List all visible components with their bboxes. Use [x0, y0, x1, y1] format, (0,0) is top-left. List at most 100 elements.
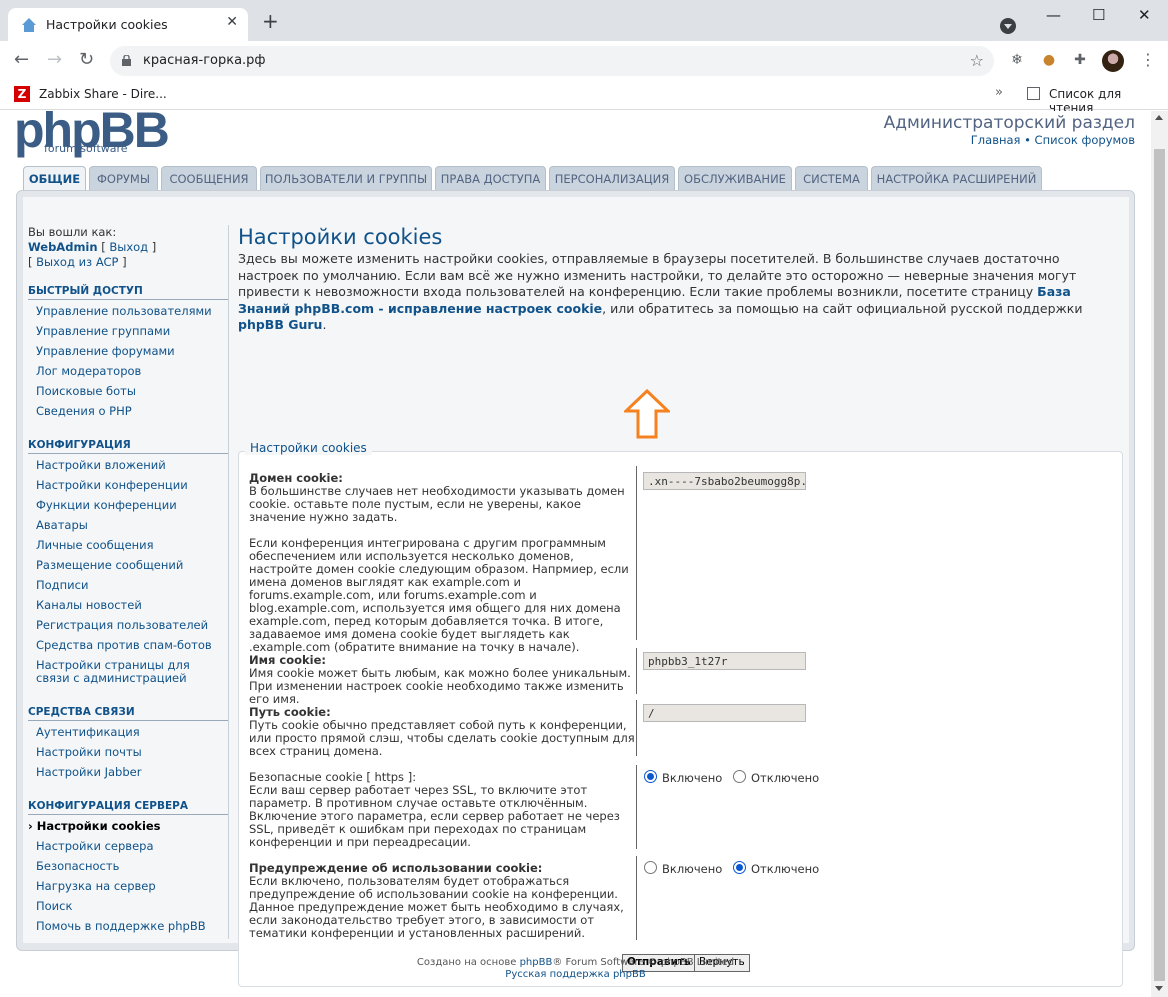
tab-maintenance[interactable]: ОБСЛУЖИВАНИЕ: [678, 166, 792, 190]
header-links[interactable]: Главная • Список форумов: [971, 133, 1135, 147]
sidebar-section-server: КОНФИГУРАЦИЯ СЕРВЕРА: [28, 800, 228, 815]
sidebar-divider: [228, 225, 229, 939]
sidebar-item[interactable]: Подписи: [36, 579, 88, 592]
cookie-name-input[interactable]: phpbb3_1t27r: [643, 652, 806, 670]
page-scrollbar[interactable]: [1151, 111, 1168, 997]
tab-search-icon[interactable]: [1000, 18, 1016, 34]
page-viewport: phpBB forum software Администраторский р…: [0, 111, 1151, 997]
sidebar-item[interactable]: Регистрация пользователей: [36, 619, 208, 632]
sidebar-item[interactable]: Настройки страницы для связи с администр…: [36, 659, 226, 685]
sidebar-item[interactable]: Настройки вложений: [36, 459, 166, 472]
footer-phpbb-link[interactable]: phpBB: [520, 957, 553, 968]
scroll-up-icon[interactable]: [1155, 115, 1163, 120]
notice-on-label[interactable]: Включено: [662, 862, 722, 876]
tab-posting[interactable]: СООБЩЕНИЯ: [161, 166, 257, 190]
name-row: Имя cookie: Имя cookie может быть любым,…: [249, 654, 639, 706]
domain-row: Домен cookie: В большинстве случаев нет …: [249, 472, 639, 654]
bookmark-star-icon[interactable]: ☆: [970, 51, 984, 70]
footer-ru-support-link[interactable]: Русская поддержка phpBB: [505, 969, 645, 980]
sidebar-item[interactable]: Безопасность: [36, 860, 119, 873]
minimize-button[interactable]: —: [1046, 6, 1061, 24]
reading-list-icon: [1027, 87, 1040, 100]
sidebar-item[interactable]: Лог модераторов: [36, 365, 141, 378]
reload-icon[interactable]: ↻: [79, 49, 94, 70]
sidebar-item[interactable]: Размещение сообщений: [36, 559, 183, 572]
sidebar-item[interactable]: Сведения о PHP: [36, 405, 132, 418]
domain-desc1: В большинстве случаев нет необходимости …: [249, 484, 625, 524]
secure-on-label[interactable]: Включено: [662, 771, 722, 785]
sidebar-item[interactable]: Помочь в поддержке phpBB: [36, 920, 206, 933]
tab-permissions[interactable]: ПРАВА ДОСТУПА: [435, 166, 546, 190]
secure-off-radio[interactable]: [733, 770, 746, 783]
intro-text: Здесь вы можете изменить настройки cooki…: [238, 251, 1118, 334]
sidebar-item[interactable]: Личные сообщения: [36, 539, 154, 552]
extension-cookie-icon[interactable]: ●: [1040, 52, 1058, 70]
intro-part1: Здесь вы можете изменить настройки cooki…: [238, 251, 1077, 299]
notice-off-label[interactable]: Отключено: [751, 862, 819, 876]
forward-arrow-icon[interactable]: →: [47, 49, 62, 70]
sidebar-item[interactable]: Аутентификация: [36, 726, 140, 739]
sidebar-item[interactable]: Нагрузка на сервер: [36, 880, 156, 893]
browser-menu-icon[interactable]: ⋮: [1140, 50, 1156, 69]
bookmarks-overflow-icon[interactable]: »: [995, 85, 1003, 100]
sidebar-item[interactable]: Настройки конференции: [36, 479, 188, 492]
browser-tab[interactable]: Настройки cookies ✕: [8, 8, 248, 41]
zabbix-favicon-icon: Z: [14, 86, 30, 102]
new-tab-button[interactable]: +: [262, 11, 279, 31]
profile-avatar[interactable]: [1102, 50, 1124, 72]
cookie-path-input[interactable]: /: [643, 704, 806, 722]
sidebar-item[interactable]: Управление пользователями: [36, 305, 212, 318]
back-arrow-icon[interactable]: ←: [14, 49, 29, 70]
sidebar-item[interactable]: Поиск: [36, 900, 72, 913]
sidebar-item[interactable]: Каналы новостей: [36, 599, 142, 612]
secure-on-radio[interactable]: [644, 770, 657, 783]
cookie-domain-input[interactable]: .xn----7sbabo2beumogg8p.xn--p1ai: [643, 472, 806, 490]
scroll-down-icon[interactable]: [1155, 986, 1163, 991]
sidebar-section-comms: СРЕДСТВА СВЯЗИ: [28, 706, 228, 721]
tab-extensions[interactable]: НАСТРОЙКА РАСШИРЕНИЙ: [871, 166, 1042, 190]
sidebar-section-quick: БЫСТРЫЙ ДОСТУП: [28, 285, 228, 300]
sidebar-item[interactable]: Поисковые боты: [36, 385, 136, 398]
tab-customise[interactable]: ПЕРСОНАЛИЗАЦИЯ: [549, 166, 675, 190]
annotation-arrow-up-icon: [624, 389, 670, 439]
notice-on-radio[interactable]: [644, 861, 657, 874]
sidebar-item-label: Настройки cookies: [36, 819, 161, 833]
phpbb-guru-link[interactable]: phpBB Guru: [238, 317, 322, 332]
sidebar-item[interactable]: Управление группами: [36, 325, 170, 338]
username[interactable]: WebAdmin: [28, 240, 98, 254]
notice-off-radio[interactable]: [733, 861, 746, 874]
close-tab-icon[interactable]: ✕: [226, 14, 238, 30]
tab-system[interactable]: СИСТЕМА: [795, 166, 868, 190]
notice-desc: Если включено, пользователям будет отобр…: [249, 874, 624, 940]
sidebar-item[interactable]: Функции конференции: [36, 499, 177, 512]
maximize-button[interactable]: ☐: [1092, 6, 1105, 24]
tab-forums[interactable]: ФОРУМЫ: [89, 166, 158, 190]
tab-general[interactable]: ОБЩИЕ: [23, 166, 86, 191]
close-window-button[interactable]: ✕: [1138, 6, 1151, 24]
sidebar-item[interactable]: Аватары: [36, 519, 88, 532]
sidebar-item[interactable]: Настройки сервера: [36, 840, 154, 853]
address-bar[interactable]: красная-горка.рф ☆: [110, 46, 994, 76]
sidebar-item[interactable]: Настройки Jabber: [36, 766, 141, 779]
url-text: красная-горка.рф: [143, 53, 266, 68]
sidebar-item[interactable]: Средства против спам-ботов: [36, 639, 212, 652]
scroll-thumb[interactable]: [1154, 149, 1165, 981]
extensions-puzzle-icon[interactable]: ✚: [1071, 52, 1089, 70]
extension-snowflake-icon[interactable]: ❄: [1008, 52, 1026, 70]
tab-users-groups[interactable]: ПОЛЬЗОВАТЕЛИ И ГРУППЫ: [260, 166, 432, 190]
sidebar-item-active[interactable]: › Настройки cookies: [28, 820, 161, 833]
page-title: Настройки cookies: [238, 225, 443, 249]
bookmark-zabbix[interactable]: Zabbix Share - Dire...: [39, 87, 167, 101]
logout-acp-link[interactable]: Выход из ACP: [36, 255, 118, 269]
acp-page: phpBB forum software Администраторский р…: [0, 111, 1151, 997]
browser-tab-strip: Настройки cookies ✕ + — ☐ ✕: [0, 0, 1168, 41]
secure-off-label[interactable]: Отключено: [751, 771, 819, 785]
row-divider: [636, 765, 637, 849]
footer-post: ® Forum Software © phpBB Limited: [552, 957, 735, 968]
domain-desc2: Если конференция интегрирована с другим …: [249, 536, 629, 654]
sidebar-item[interactable]: Управление форумами: [36, 345, 175, 358]
browser-tab-title: Настройки cookies: [46, 17, 168, 32]
sidebar-item[interactable]: Настройки почты: [36, 746, 142, 759]
logout-link[interactable]: Выход: [109, 240, 148, 254]
bookmarks-bar: Z Zabbix Share - Dire... » Список для чт…: [0, 81, 1168, 115]
